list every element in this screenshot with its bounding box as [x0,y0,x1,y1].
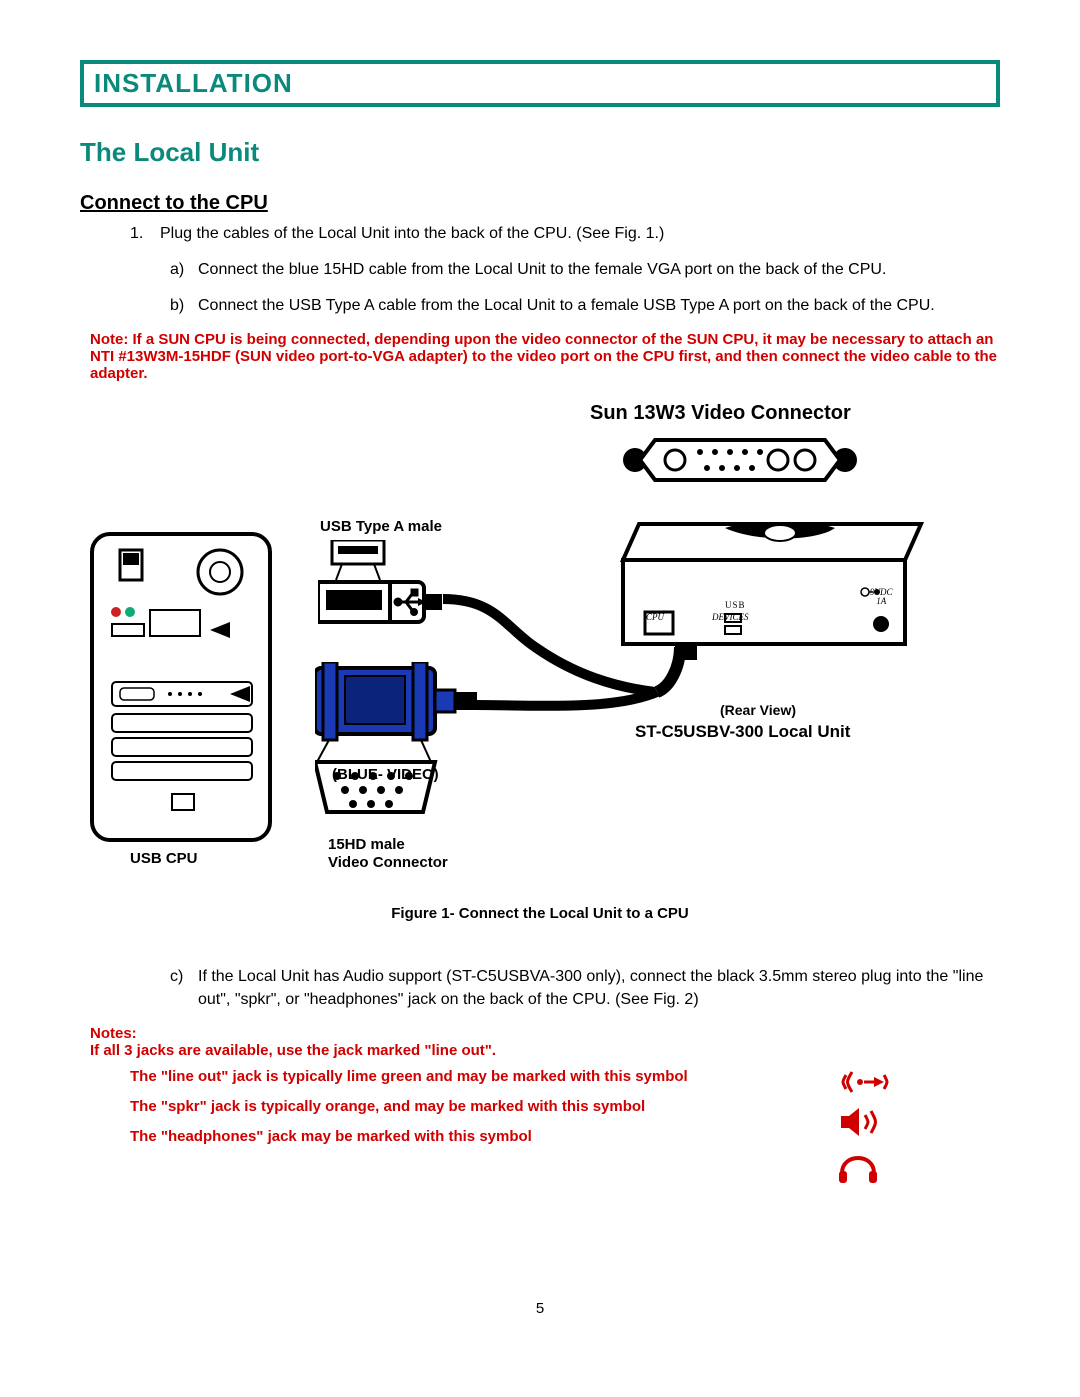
sub-c-label: c) [170,966,198,1011]
step-1-number: 1. [130,223,160,245]
step-1: 1. Plug the cables of the Local Unit int… [130,223,1000,245]
device-cpu-label: CPU [646,612,664,622]
figure-1: Sun 13W3 Video Connector [80,392,1000,952]
local-unit-label: ST-C5USBV-300 Local Unit [635,722,850,742]
step-1-text: Plug the cables of the Local Unit into t… [160,223,664,245]
section-title: INSTALLATION [94,68,293,98]
sub-c-text: If the Local Unit has Audio support (ST-… [198,966,1000,1011]
note-2-intro: If all 3 jacks are available, use the ja… [90,1042,496,1059]
headphones-icon [836,1143,880,1187]
sub-b-label: b) [170,295,198,317]
sub-a: a) Connect the blue 15HD cable from the … [170,259,1000,281]
sub-a-label: a) [170,259,198,281]
hd15-label-line1: 15HD male [328,836,405,853]
note-2-title: Notes: [90,1025,137,1042]
figure-1-caption: Figure 1- Connect the Local Unit to a CP… [80,905,1000,922]
device-power-label: 9VDC 1A [870,588,893,606]
line-out-icon [840,1065,890,1099]
usb-type-a-label: USB Type A male [320,518,442,535]
h2-local-unit: The Local Unit [80,137,1000,168]
section-header: INSTALLATION [80,60,1000,107]
usb-cpu-icon [90,532,280,852]
sub-c: c) If the Local Unit has Audio support (… [170,966,1000,1011]
page-number: 5 [0,1300,1080,1317]
usb-plug-icon [318,540,448,650]
blue-video-label: (BLUE- VIDEO) [332,766,439,783]
speaker-icon [839,1105,885,1139]
sub-a-text: Connect the blue 15HD cable from the Loc… [198,259,886,281]
sun-connector-title: Sun 13W3 Video Connector [590,402,851,425]
sun-connector-icon [615,430,865,490]
note-2: Notes: If all 3 jacks are available, use… [90,1025,1000,1149]
usb-cpu-label: USB CPU [130,850,198,867]
sub-b: b) Connect the USB Type A cable from the… [170,295,1000,317]
h3-connect-cpu: Connect to the CPU [80,192,1000,215]
note-1: Note: If a SUN CPU is being connected, d… [90,331,1000,382]
device-usb-label: USB [725,600,746,610]
hd15-label-line2: Video Connector [328,854,448,871]
note-1-text: Note: If a SUN CPU is being connected, d… [90,331,997,382]
device-devices-label: DEVICES [712,612,749,622]
rear-view-label: (Rear View) [720,702,796,718]
sub-b-text: Connect the USB Type A cable from the Lo… [198,295,935,317]
